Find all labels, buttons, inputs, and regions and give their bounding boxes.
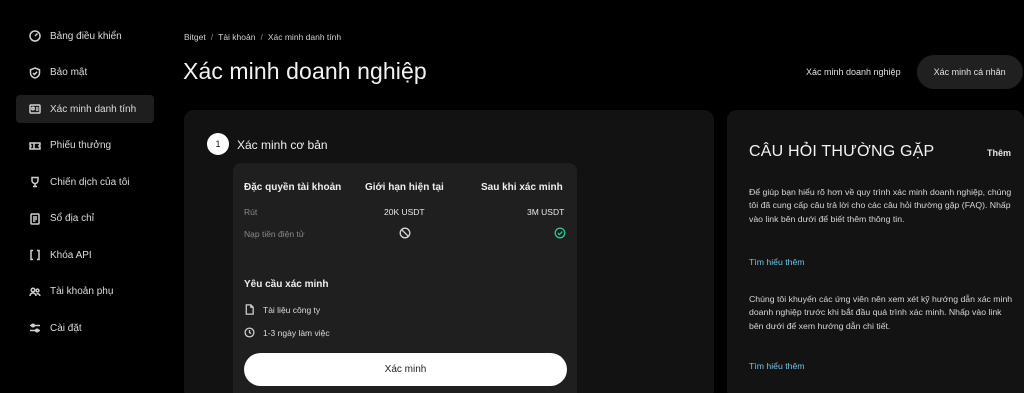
faq-more-link[interactable]: Thêm xyxy=(987,148,1011,158)
trophy-icon xyxy=(28,176,41,189)
breadcrumb-separator: / xyxy=(260,32,263,42)
requirement-label: Tài liệu công ty xyxy=(263,304,321,315)
row-withdraw-current: 20K USDT xyxy=(384,207,425,217)
sidebar-item-label: Xác minh danh tính xyxy=(50,103,137,115)
coupon-icon xyxy=(28,139,41,152)
sub-account-icon xyxy=(28,285,41,298)
shield-icon xyxy=(28,66,41,79)
dashboard-icon xyxy=(28,30,41,43)
sidebar-item-label: Khóa API xyxy=(50,249,92,261)
requirement-label: 1-3 ngày làm việc xyxy=(263,327,330,338)
settings-icon xyxy=(28,322,41,335)
api-key-icon xyxy=(28,249,41,262)
sidebar-item-label: Cài đặt xyxy=(50,322,82,334)
row-withdraw-after: 3M USDT xyxy=(527,207,565,217)
breadcrumb-item-account[interactable]: Tài khoản xyxy=(218,32,255,42)
page-title: Xác minh doanh nghiệp xyxy=(183,58,427,84)
sidebar: Bảng điều khiển Bảo mật Xác minh danh tí… xyxy=(0,0,165,393)
row-deposit-label: Nạp tiền điện tử xyxy=(244,229,305,239)
address-book-icon xyxy=(28,212,41,225)
requirements-title: Yêu cầu xác minh xyxy=(244,279,329,290)
breadcrumb: Bitget / Tài khoản / Xác minh danh tính xyxy=(184,32,341,42)
sidebar-item-label: Bảng điều khiển xyxy=(50,30,122,42)
sidebar-item-address-book[interactable]: Sổ địa chỉ xyxy=(16,205,154,233)
sidebar-item-security[interactable]: Bảo mật xyxy=(16,59,154,87)
sidebar-item-coupons[interactable]: Phiếu thưởng xyxy=(16,132,154,160)
faq-learn-more-link[interactable]: Tìm hiểu thêm xyxy=(749,257,805,267)
table-header-privileges: Đặc quyền tài khoản xyxy=(244,182,342,193)
step-number-badge: 1 xyxy=(207,133,229,155)
document-icon xyxy=(245,304,254,315)
breadcrumb-item-current: Xác minh danh tính xyxy=(267,32,342,42)
sidebar-item-label: Bảo mật xyxy=(50,67,88,78)
faq-title: CÂU HỎI THƯỜNG GẶP xyxy=(749,143,935,160)
faq-learn-more-link[interactable]: Tìm hiểu thêm xyxy=(749,361,805,371)
sidebar-item-sub-accounts[interactable]: Tài khoản phụ xyxy=(16,278,154,306)
faq-paragraph: Chúng tôi khuyến các ứng viên nên xem xé… xyxy=(749,294,1013,331)
verification-type-tabs: Xác minh doanh nghiệp Xác minh cá nhân xyxy=(790,55,1023,89)
tab-personal-verification[interactable]: Xác minh cá nhân xyxy=(916,55,1023,89)
verify-button[interactable]: Xác minh xyxy=(244,353,567,386)
faq-paragraph: Để giúp bạn hiểu rõ hơn về quy trình xác… xyxy=(749,187,1012,224)
id-card-icon xyxy=(28,103,41,116)
sidebar-item-identity-verification[interactable]: Xác minh danh tính xyxy=(16,95,154,123)
check-circle-icon xyxy=(554,227,566,239)
sidebar-item-label: Sổ địa chỉ xyxy=(50,213,94,224)
sidebar-item-label: Chiến dịch của tôi xyxy=(50,176,130,188)
breadcrumb-item-home[interactable]: Bitget xyxy=(184,32,206,42)
sidebar-item-api-keys[interactable]: Khóa API xyxy=(16,241,154,269)
step-title: Xác minh cơ bản xyxy=(237,138,328,152)
sidebar-item-label: Phiếu thưởng xyxy=(50,140,112,151)
table-header-after-verification: Sau khi xác minh xyxy=(481,182,563,193)
sidebar-item-label: Tài khoản phụ xyxy=(50,286,114,297)
breadcrumb-separator: / xyxy=(210,32,214,42)
ban-icon xyxy=(399,227,411,239)
requirement-processing-time: 1-3 ngày làm việc xyxy=(244,327,330,338)
sidebar-item-my-campaigns[interactable]: Chiến dịch của tôi xyxy=(16,168,154,196)
requirement-company-documents: Tài liệu công ty xyxy=(244,304,320,315)
clock-icon xyxy=(244,327,255,338)
tab-business-verification[interactable]: Xác minh doanh nghiệp xyxy=(790,55,917,89)
row-withdraw-label: Rút xyxy=(244,207,258,217)
table-header-current-limit: Giới hạn hiện tại xyxy=(365,182,444,193)
sidebar-item-dashboard[interactable]: Bảng điều khiển xyxy=(16,22,154,50)
sidebar-item-settings[interactable]: Cài đặt xyxy=(16,314,154,342)
